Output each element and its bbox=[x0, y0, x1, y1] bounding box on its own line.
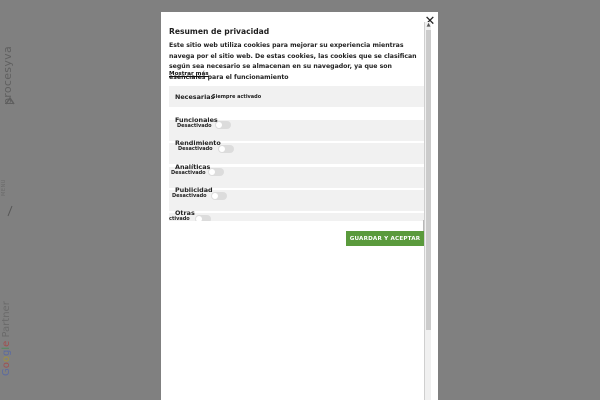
category-status: Desactivado bbox=[178, 146, 213, 152]
save-accept-button[interactable]: GUARDAR Y ACEPTAR bbox=[346, 231, 424, 246]
category-row-analiticas[interactable]: Analíticas Desactivado bbox=[169, 163, 425, 188]
category-status: Desactivado bbox=[172, 193, 207, 199]
category-name: Necesarias bbox=[175, 93, 215, 101]
category-row-necesarias[interactable]: Necesarias Siempre activado bbox=[169, 86, 425, 107]
toggle-rendimiento[interactable] bbox=[218, 145, 234, 153]
toggle-analiticas[interactable] bbox=[208, 168, 224, 176]
category-row-publicidad[interactable]: Publicidad Desactivado bbox=[169, 186, 425, 211]
category-row-funcionales[interactable]: Funcionales Desactivado bbox=[169, 116, 425, 141]
google-partner-badge: Google Partner bbox=[1, 301, 12, 376]
toggle-publicidad[interactable] bbox=[211, 192, 227, 200]
category-row-otras[interactable]: Otras ctivado bbox=[169, 209, 425, 221]
site-logo[interactable]: procesyva bbox=[1, 46, 14, 105]
menu-button[interactable]: MENU bbox=[1, 179, 7, 196]
modal-title: Resumen de privacidad bbox=[169, 27, 270, 36]
category-status: ctivado bbox=[169, 216, 190, 221]
privacy-modal: ✕ Resumen de privacidad Este sitio web u… bbox=[161, 12, 438, 400]
menu-separator-icon bbox=[7, 205, 13, 217]
cookie-categories-list: Necesarias Siempre activado Funcionales … bbox=[169, 86, 425, 221]
toggle-funcionales[interactable] bbox=[215, 121, 231, 129]
show-more-link[interactable]: Mostrar más bbox=[169, 71, 209, 77]
scrollbar-thumb[interactable] bbox=[426, 30, 431, 330]
category-status: Siempre activado bbox=[212, 94, 262, 100]
modal-scrollbar[interactable]: ▲ bbox=[424, 22, 431, 400]
category-status: Desactivado bbox=[171, 170, 206, 176]
scroll-up-icon[interactable]: ▲ bbox=[425, 22, 432, 29]
toggle-otras[interactable] bbox=[195, 215, 211, 221]
category-row-rendimiento[interactable]: Rendimiento Desactivado bbox=[169, 139, 425, 164]
category-status: Desactivado bbox=[177, 123, 212, 129]
site-sidebar: procesyva MENU Google Partner bbox=[0, 0, 20, 400]
